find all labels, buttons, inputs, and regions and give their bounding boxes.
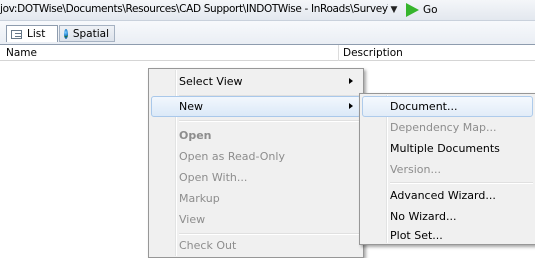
menu-item-version[interactable]: Version... xyxy=(362,159,533,180)
menu-item-label: Open xyxy=(179,129,212,142)
menu-item-open-with[interactable]: Open With... xyxy=(151,167,361,188)
menu-item-advanced-wizard[interactable]: Advanced Wizard... xyxy=(362,185,533,206)
list-icon xyxy=(11,29,22,39)
menu-item-label: No Wizard... xyxy=(390,210,457,223)
column-header-name[interactable]: Name xyxy=(6,47,37,59)
column-header-description[interactable]: Description xyxy=(343,47,403,59)
menu-item-label: Open as Read-Only xyxy=(179,150,285,163)
view-tab-strip: List Spatial xyxy=(0,21,535,44)
menu-item-label: New xyxy=(179,100,203,113)
menu-item-view[interactable]: View xyxy=(151,209,361,230)
menu-item-markup[interactable]: Markup xyxy=(151,188,361,209)
submenu-arrow-icon xyxy=(349,78,353,84)
menu-item-multiple-documents[interactable]: Multiple Documents xyxy=(362,138,533,159)
menu-item-label: Plot Set... xyxy=(390,229,443,242)
menu-item-document[interactable]: Document... xyxy=(362,96,533,117)
menu-separator xyxy=(179,120,361,122)
address-bar: jov:DOTWise\Documents\Resources\CAD Supp… xyxy=(0,0,535,21)
menu-item-plot-set[interactable]: Plot Set... xyxy=(362,225,533,246)
menu-item-label: Document... xyxy=(390,100,458,113)
chevron-down-icon[interactable]: ▼ xyxy=(389,4,399,16)
menu-item-label: Multiple Documents xyxy=(390,142,500,155)
path-combobox[interactable]: jov:DOTWise\Documents\Resources\CAD Supp… xyxy=(0,3,388,15)
go-button-label: Go xyxy=(423,3,438,16)
go-button[interactable]: Go xyxy=(403,1,444,18)
menu-item-label: Version... xyxy=(390,163,441,176)
menu-item-no-wizard[interactable]: No Wizard... xyxy=(362,206,533,227)
menu-item-label: Open With... xyxy=(179,171,248,184)
menu-item-label: View xyxy=(179,213,206,226)
column-header: Name Description xyxy=(0,44,535,61)
menu-item-select-view[interactable]: Select View xyxy=(151,71,361,92)
menu-separator xyxy=(390,182,533,184)
menu-item-check-out[interactable]: Check Out xyxy=(151,235,361,256)
menu-item-open-read-only[interactable]: Open as Read-Only xyxy=(151,146,361,167)
context-menu: Select View New Open Open as Read-Only O… xyxy=(148,68,364,258)
go-arrow-icon xyxy=(406,2,419,17)
tab-list-label: List xyxy=(27,28,46,40)
new-submenu: Document... Dependency Map... Multiple D… xyxy=(359,93,535,245)
submenu-arrow-icon xyxy=(349,103,353,109)
menu-item-label: Markup xyxy=(179,192,220,205)
column-divider[interactable] xyxy=(338,45,339,61)
tab-list[interactable]: List xyxy=(6,25,58,42)
globe-icon xyxy=(64,28,68,39)
menu-item-label: Dependency Map... xyxy=(390,121,497,134)
menu-item-open[interactable]: Open xyxy=(151,125,361,146)
menu-item-dependency-map[interactable]: Dependency Map... xyxy=(362,117,533,138)
menu-item-label: Select View xyxy=(179,75,243,88)
tab-spatial[interactable]: Spatial xyxy=(59,25,115,42)
menu-item-label: Advanced Wizard... xyxy=(390,189,496,202)
menu-item-new[interactable]: New xyxy=(151,96,361,117)
menu-item-label: Check Out xyxy=(179,239,237,252)
tab-spatial-label: Spatial xyxy=(72,27,109,40)
